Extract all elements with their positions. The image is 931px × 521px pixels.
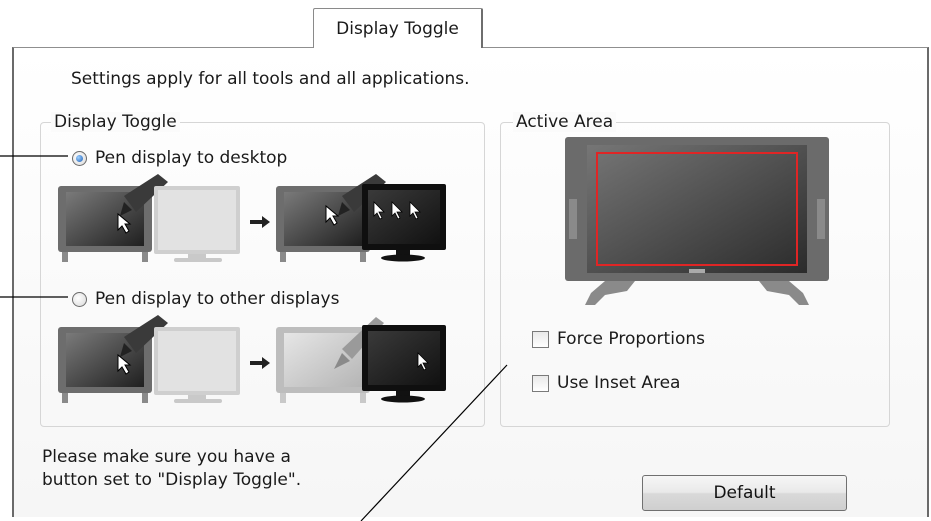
desktop-mode-diagram xyxy=(58,174,446,262)
intro-text: Settings apply for all tools and all app… xyxy=(71,69,470,89)
secondary-monitor-icon xyxy=(362,325,446,403)
use-inset-area-checkbox[interactable] xyxy=(532,374,549,392)
force-proportions-checkbox[interactable] xyxy=(532,330,549,348)
pen-display-icon xyxy=(58,315,168,403)
tab-label: Display Toggle xyxy=(336,18,459,39)
radio-button-selected[interactable] xyxy=(72,150,87,166)
secondary-monitor-icon xyxy=(154,327,240,403)
secondary-monitor-icon xyxy=(362,184,446,262)
default-button-label: Default xyxy=(713,483,776,503)
radio-pen-display-to-other-displays[interactable]: Pen display to other displays xyxy=(72,289,339,309)
note-line-1: Please make sure you have a xyxy=(42,447,291,467)
use-inset-area-label: Use Inset Area xyxy=(557,373,681,393)
arrow-icon xyxy=(250,357,270,369)
note-line-2: button set to "Display Toggle". xyxy=(42,470,302,490)
force-proportions-label: Force Proportions xyxy=(557,329,705,349)
default-button[interactable]: Default xyxy=(642,475,847,511)
radio-label-desktop: Pen display to desktop xyxy=(95,148,288,168)
arrow-icon xyxy=(250,216,270,228)
tab-display-toggle[interactable]: Display Toggle xyxy=(313,8,483,48)
active-area-display-preview xyxy=(565,137,829,305)
instruction-note: Please make sure you have a button set t… xyxy=(42,446,301,492)
display-toggle-legend: Display Toggle xyxy=(51,112,180,132)
other-displays-mode-diagram xyxy=(58,315,446,403)
pen-display-icon xyxy=(58,174,168,262)
radio-pen-display-to-desktop[interactable]: Pen display to desktop xyxy=(72,148,287,168)
radio-button-unselected[interactable] xyxy=(72,291,87,307)
use-inset-area-checkbox-row[interactable]: Use Inset Area xyxy=(532,373,680,393)
force-proportions-checkbox-row[interactable]: Force Proportions xyxy=(532,329,705,349)
secondary-monitor-icon xyxy=(154,186,240,262)
radio-label-other-displays: Pen display to other displays xyxy=(95,289,340,309)
active-area-legend: Active Area xyxy=(513,112,617,132)
